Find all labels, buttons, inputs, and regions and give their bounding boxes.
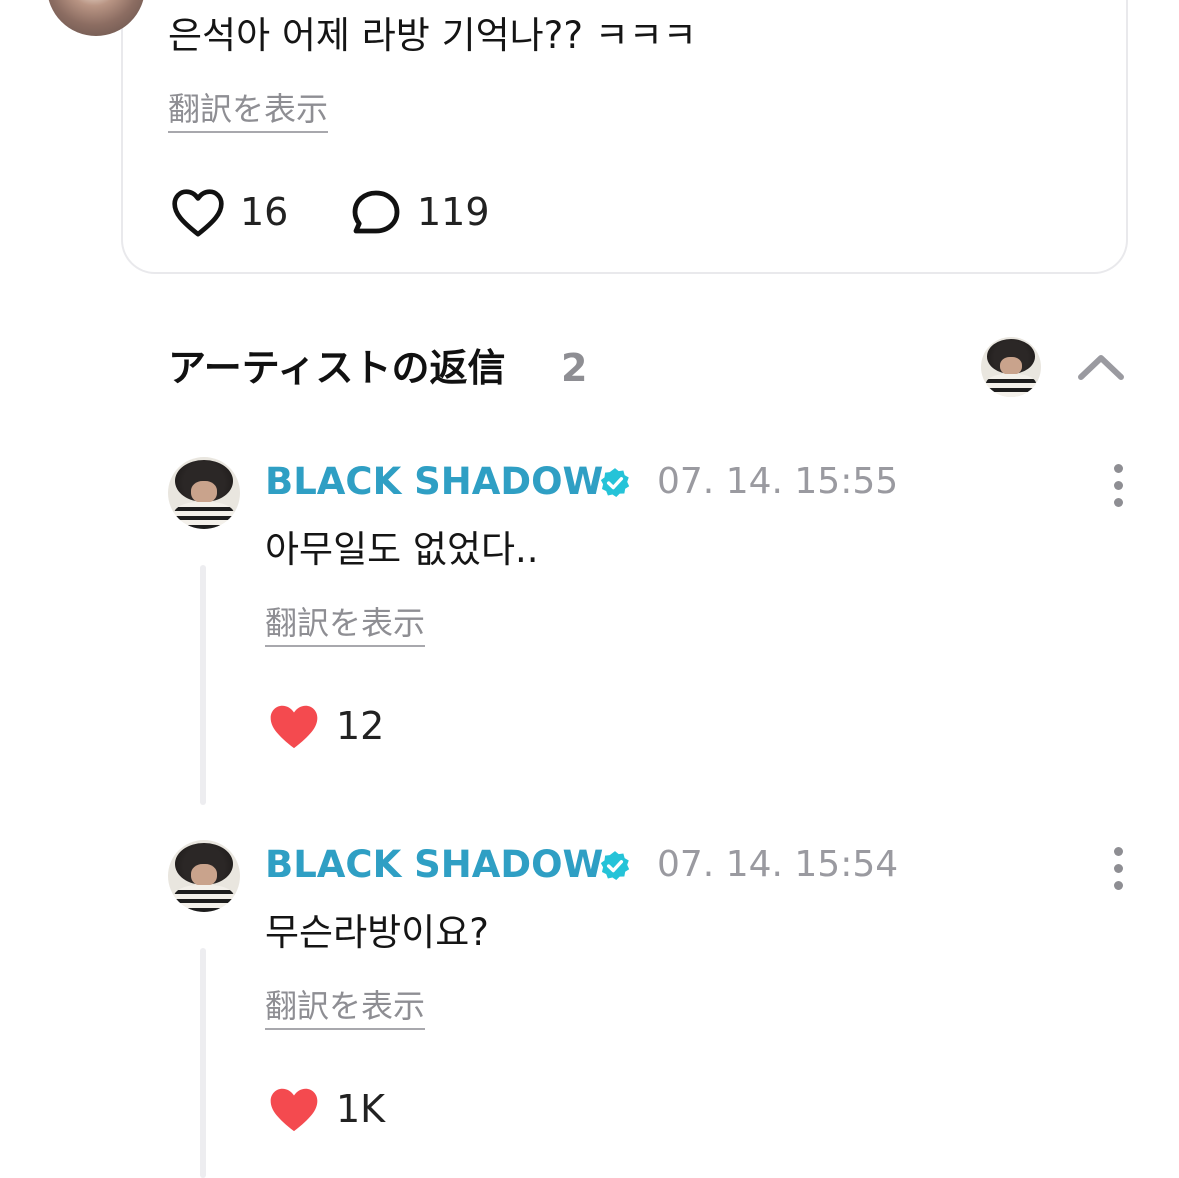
reply-author-name[interactable]: BLACK SHADOW [265, 460, 603, 504]
post-translate-link[interactable]: 翻訳を表示 [168, 90, 329, 133]
reply-text: 무슨라방이요? [265, 911, 489, 954]
thread-line [200, 565, 206, 805]
chevron-up-icon [1078, 355, 1124, 380]
reply-like-button[interactable] [266, 1083, 322, 1135]
reply-like-button[interactable] [266, 700, 322, 752]
thread-line [200, 948, 206, 1178]
verified-badge-icon [600, 468, 630, 498]
reply-more-button[interactable] [1112, 847, 1126, 898]
reply-translate-link[interactable]: 翻訳を表示 [265, 987, 426, 1030]
reply-like-count: 12 [336, 704, 385, 748]
speech-bubble-icon [352, 190, 400, 234]
post-like-button[interactable] [170, 186, 226, 238]
collapse-replies-button[interactable] [1076, 348, 1126, 384]
reply-author-avatar[interactable] [168, 457, 240, 529]
reply-like-count: 1K [336, 1087, 386, 1131]
reply-timestamp: 07. 14. 15:54 [657, 844, 899, 885]
post-like-count: 16 [240, 190, 289, 234]
post-comment-count: 119 [417, 190, 490, 234]
reply-translate-link[interactable]: 翻訳を表示 [265, 604, 426, 647]
reply-author-name[interactable]: BLACK SHADOW [265, 843, 603, 887]
artist-avatar-summary[interactable] [981, 337, 1041, 397]
reply-text: 아무일도 없었다.. [265, 528, 539, 571]
reply-author-avatar[interactable] [168, 840, 240, 912]
heart-filled-icon [270, 705, 318, 749]
verified-badge-icon [600, 851, 630, 881]
heart-filled-icon [270, 1088, 318, 1132]
post-comment-button[interactable] [350, 188, 402, 238]
artist-replies-count: 2 [561, 346, 588, 390]
post-text: 은석아 어제 라방 기억나?? ㅋㅋㅋ [168, 14, 697, 57]
reply-timestamp: 07. 14. 15:55 [657, 461, 899, 502]
reply-more-button[interactable] [1112, 464, 1126, 515]
heart-outline-icon [172, 189, 224, 237]
artist-replies-title: アーティストの返信 [168, 346, 506, 390]
